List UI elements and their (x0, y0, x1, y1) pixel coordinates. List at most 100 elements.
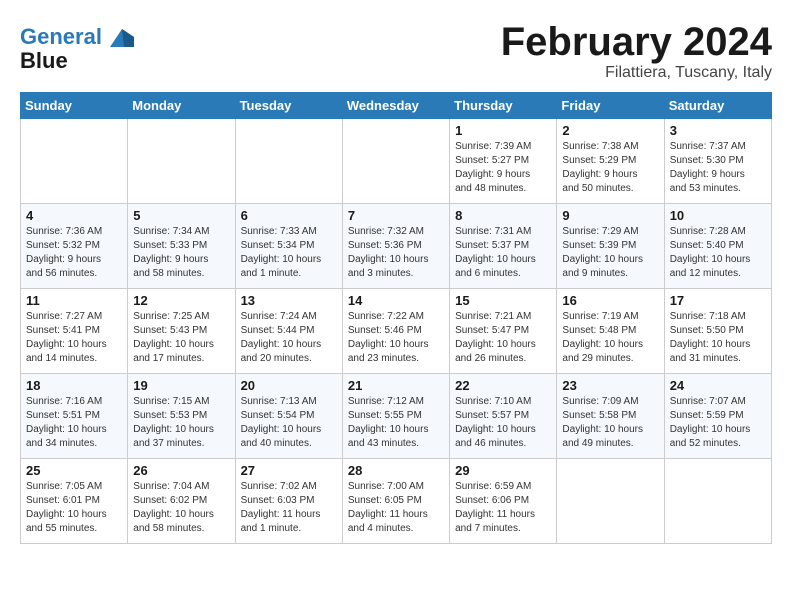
title-area: February 2024 Filattiera, Tuscany, Italy (501, 20, 772, 82)
logo-line2: Blue (20, 49, 134, 73)
week-row-3: 11 Sunrise: 7:27 AM Sunset: 5:41 PM Dayli… (21, 289, 772, 374)
day-number: 25 (26, 463, 122, 478)
day-number: 4 (26, 208, 122, 223)
table-row: 25 Sunrise: 7:05 AM Sunset: 6:01 PM Dayli… (21, 459, 128, 544)
table-row: 22 Sunrise: 7:10 AM Sunset: 5:57 PM Dayli… (450, 374, 557, 459)
table-row: 29 Sunrise: 6:59 AM Sunset: 6:06 PM Dayli… (450, 459, 557, 544)
week-row-4: 18 Sunrise: 7:16 AM Sunset: 5:51 PM Dayli… (21, 374, 772, 459)
week-row-2: 4 Sunrise: 7:36 AM Sunset: 5:32 PM Daylig… (21, 204, 772, 289)
day-detail: Sunrise: 7:37 AM Sunset: 5:30 PM Dayligh… (670, 140, 766, 196)
table-row: 6 Sunrise: 7:33 AM Sunset: 5:34 PM Daylig… (235, 204, 342, 289)
day-number: 6 (241, 208, 337, 223)
header-sunday: Sunday (21, 93, 128, 119)
table-row: 18 Sunrise: 7:16 AM Sunset: 5:51 PM Dayli… (21, 374, 128, 459)
table-row: 12Sunrise: 7:25 AM Sunset: 5:43 PM Dayli… (128, 289, 235, 374)
day-number: 16 (562, 293, 658, 308)
table-row: 2Sunrise: 7:38 AM Sunset: 5:29 PM Daylig… (557, 119, 664, 204)
table-row (21, 119, 128, 204)
day-detail: Sunrise: 7:07 AM Sunset: 5:59 PM Dayligh… (670, 395, 766, 451)
week-row-5: 25 Sunrise: 7:05 AM Sunset: 6:01 PM Dayli… (21, 459, 772, 544)
day-number: 24 (670, 378, 766, 393)
day-detail: Sunrise: 7:33 AM Sunset: 5:34 PM Dayligh… (241, 225, 337, 281)
day-number: 2 (562, 123, 658, 138)
day-number: 13 (241, 293, 337, 308)
page-header: General Blue February 2024 Filattiera, T… (20, 20, 772, 82)
day-detail: Sunrise: 7:02 AM Sunset: 6:03 PM Dayligh… (241, 480, 337, 536)
day-number: 11 (26, 293, 122, 308)
table-row: 26 Sunrise: 7:04 AM Sunset: 6:02 PM Dayli… (128, 459, 235, 544)
day-detail: Sunrise: 7:36 AM Sunset: 5:32 PM Dayligh… (26, 225, 122, 281)
table-row: 27 Sunrise: 7:02 AM Sunset: 6:03 PM Dayli… (235, 459, 342, 544)
day-number: 21 (348, 378, 444, 393)
day-number: 9 (562, 208, 658, 223)
header-monday: Monday (128, 93, 235, 119)
logo-line1: General (20, 24, 102, 49)
day-detail: Sunrise: 7:22 AM Sunset: 5:46 PM Dayligh… (348, 310, 444, 366)
table-row (557, 459, 664, 544)
day-detail: Sunrise: 7:16 AM Sunset: 5:51 PM Dayligh… (26, 395, 122, 451)
table-row: 20Sunrise: 7:13 AM Sunset: 5:54 PM Dayli… (235, 374, 342, 459)
table-row: 10Sunrise: 7:28 AM Sunset: 5:40 PM Dayli… (664, 204, 771, 289)
table-row: 4 Sunrise: 7:36 AM Sunset: 5:32 PM Daylig… (21, 204, 128, 289)
header-tuesday: Tuesday (235, 93, 342, 119)
table-row (235, 119, 342, 204)
day-number: 27 (241, 463, 337, 478)
table-row: 16 Sunrise: 7:19 AM Sunset: 5:48 PM Dayli… (557, 289, 664, 374)
table-row (128, 119, 235, 204)
week-row-1: 1 Sunrise: 7:39 AM Sunset: 5:27 PM Daylig… (21, 119, 772, 204)
table-row: 23Sunrise: 7:09 AM Sunset: 5:58 PM Dayli… (557, 374, 664, 459)
table-row: 19Sunrise: 7:15 AM Sunset: 5:53 PM Dayli… (128, 374, 235, 459)
logo-icon (110, 29, 134, 47)
header-saturday: Saturday (664, 93, 771, 119)
day-detail: Sunrise: 7:28 AM Sunset: 5:40 PM Dayligh… (670, 225, 766, 281)
day-number: 7 (348, 208, 444, 223)
day-number: 3 (670, 123, 766, 138)
calendar-subtitle: Filattiera, Tuscany, Italy (501, 64, 772, 82)
header-friday: Friday (557, 93, 664, 119)
day-number: 19 (133, 378, 229, 393)
day-number: 22 (455, 378, 551, 393)
day-number: 23 (562, 378, 658, 393)
day-number: 5 (133, 208, 229, 223)
day-number: 26 (133, 463, 229, 478)
header-wednesday: Wednesday (342, 93, 449, 119)
day-detail: Sunrise: 7:19 AM Sunset: 5:48 PM Dayligh… (562, 310, 658, 366)
day-detail: Sunrise: 7:29 AM Sunset: 5:39 PM Dayligh… (562, 225, 658, 281)
table-row: 7 Sunrise: 7:32 AM Sunset: 5:36 PM Daylig… (342, 204, 449, 289)
day-number: 18 (26, 378, 122, 393)
table-row (342, 119, 449, 204)
day-detail: Sunrise: 7:24 AM Sunset: 5:44 PM Dayligh… (241, 310, 337, 366)
day-detail: Sunrise: 7:34 AM Sunset: 5:33 PM Dayligh… (133, 225, 229, 281)
table-row: 5 Sunrise: 7:34 AM Sunset: 5:33 PM Daylig… (128, 204, 235, 289)
day-detail: Sunrise: 7:18 AM Sunset: 5:50 PM Dayligh… (670, 310, 766, 366)
logo: General Blue (20, 25, 134, 73)
table-row: 3 Sunrise: 7:37 AM Sunset: 5:30 PM Daylig… (664, 119, 771, 204)
table-row: 17 Sunrise: 7:18 AM Sunset: 5:50 PM Dayli… (664, 289, 771, 374)
day-detail: Sunrise: 7:13 AM Sunset: 5:54 PM Dayligh… (241, 395, 337, 451)
day-number: 17 (670, 293, 766, 308)
day-number: 15 (455, 293, 551, 308)
table-row: 24 Sunrise: 7:07 AM Sunset: 5:59 PM Dayli… (664, 374, 771, 459)
table-row: 15Sunrise: 7:21 AM Sunset: 5:47 PM Dayli… (450, 289, 557, 374)
table-row: 28Sunrise: 7:00 AM Sunset: 6:05 PM Dayli… (342, 459, 449, 544)
day-detail: Sunrise: 7:27 AM Sunset: 5:41 PM Dayligh… (26, 310, 122, 366)
day-number: 8 (455, 208, 551, 223)
table-row: 9 Sunrise: 7:29 AM Sunset: 5:39 PM Daylig… (557, 204, 664, 289)
table-row: 14Sunrise: 7:22 AM Sunset: 5:46 PM Dayli… (342, 289, 449, 374)
day-number: 1 (455, 123, 551, 138)
table-row (664, 459, 771, 544)
table-row: 1 Sunrise: 7:39 AM Sunset: 5:27 PM Daylig… (450, 119, 557, 204)
day-number: 29 (455, 463, 551, 478)
day-detail: Sunrise: 7:05 AM Sunset: 6:01 PM Dayligh… (26, 480, 122, 536)
table-row: 13 Sunrise: 7:24 AM Sunset: 5:44 PM Dayli… (235, 289, 342, 374)
day-detail: Sunrise: 6:59 AM Sunset: 6:06 PM Dayligh… (455, 480, 551, 536)
day-detail: Sunrise: 7:31 AM Sunset: 5:37 PM Dayligh… (455, 225, 551, 281)
day-detail: Sunrise: 7:39 AM Sunset: 5:27 PM Dayligh… (455, 140, 551, 196)
day-detail: Sunrise: 7:10 AM Sunset: 5:57 PM Dayligh… (455, 395, 551, 451)
weekday-header-row: Sunday Monday Tuesday Wednesday Thursday… (21, 93, 772, 119)
header-thursday: Thursday (450, 93, 557, 119)
day-detail: Sunrise: 7:32 AM Sunset: 5:36 PM Dayligh… (348, 225, 444, 281)
calendar-table: Sunday Monday Tuesday Wednesday Thursday… (20, 92, 772, 544)
day-detail: Sunrise: 7:04 AM Sunset: 6:02 PM Dayligh… (133, 480, 229, 536)
day-number: 28 (348, 463, 444, 478)
